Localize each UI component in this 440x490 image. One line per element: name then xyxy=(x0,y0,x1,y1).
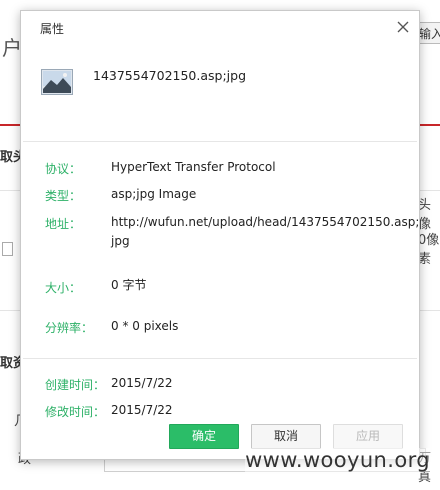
modified-time-label: 修改时间： xyxy=(45,405,106,419)
background-right-text: 头像 xyxy=(418,198,432,232)
background-title-char: 户 xyxy=(2,36,22,60)
section-divider xyxy=(23,358,417,359)
type-value: asp;jpg Image xyxy=(111,187,197,201)
close-icon[interactable] xyxy=(395,19,411,35)
background-checkbox[interactable] xyxy=(2,242,13,256)
cancel-button[interactable]: 取消 xyxy=(251,424,321,449)
address-value-line-2: jpg xyxy=(111,234,130,248)
created-time-value: 2015/7/22 xyxy=(111,376,173,390)
modified-time-value: 2015/7/22 xyxy=(111,403,173,417)
dialog-title: 属性 xyxy=(40,22,65,36)
image-file-icon xyxy=(41,69,73,95)
address-label: 地址： xyxy=(45,217,82,231)
resolution-value: 0 * 0 pixels xyxy=(111,319,179,333)
properties-dialog: 属性 1437554702150.asp;jpg 协议： HyperText T… xyxy=(20,10,420,460)
size-value: 0 字节 xyxy=(111,278,147,292)
resolution-label: 分辨率： xyxy=(45,321,94,335)
background-right-text: 0像素 xyxy=(418,233,440,267)
address-value-line-1: http://wufun.net/upload/head/14375547021… xyxy=(111,215,420,229)
protocol-value: HyperText Transfer Protocol xyxy=(111,160,276,174)
section-divider xyxy=(23,141,417,142)
size-label: 大小： xyxy=(45,281,82,295)
file-name: 1437554702150.asp;jpg xyxy=(93,68,247,83)
apply-button[interactable]: 应用 xyxy=(333,424,403,449)
watermark: www.wooyun.org xyxy=(245,448,430,472)
protocol-label: 协议： xyxy=(45,162,82,176)
type-label: 类型： xyxy=(45,189,82,203)
created-time-label: 创建时间： xyxy=(45,378,106,392)
ok-button[interactable]: 确定 xyxy=(169,424,239,449)
